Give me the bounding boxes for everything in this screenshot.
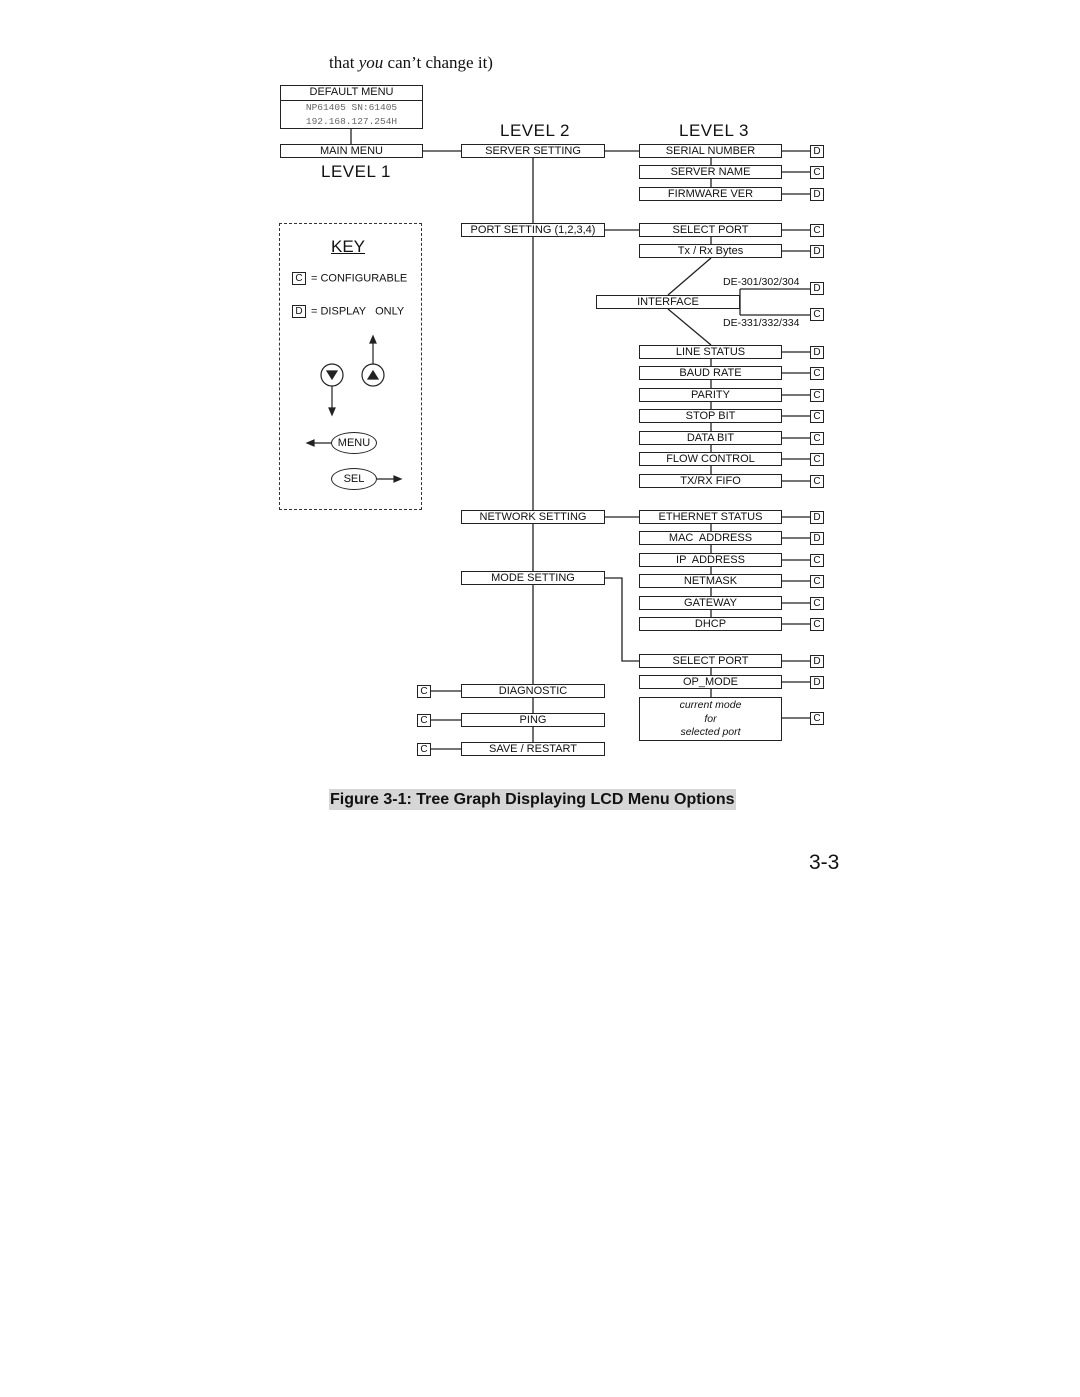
txrx-fifo-badge: C: [810, 475, 824, 488]
level2-save-restart: SAVE / RESTART: [461, 742, 605, 756]
stop-bit-node: STOP BIT: [639, 409, 782, 423]
line-status-node: LINE STATUS: [639, 345, 782, 359]
mode-select-port-node: SELECT PORT: [639, 654, 782, 668]
netmask-badge: C: [810, 575, 824, 588]
level2-server-setting: SERVER SETTING: [461, 144, 605, 158]
interface-node: INTERFACE: [596, 295, 740, 309]
parity-node: PARITY: [639, 388, 782, 402]
gateway-badge: C: [810, 597, 824, 610]
current-mode-badge: C: [810, 712, 824, 725]
ethernet-status-badge: D: [810, 511, 824, 524]
flow-control-node: FLOW CONTROL: [639, 452, 782, 466]
ip-address-badge: C: [810, 554, 824, 567]
lcd-line-1: NP61405 SN:61405: [305, 102, 398, 113]
lcd-line-2: 192.168.127.254H: [305, 115, 398, 127]
page-number: 3-3: [809, 851, 840, 874]
interface-variant-b-models: DE-331/332/334: [723, 317, 800, 329]
level2-network-setting: NETWORK SETTING: [461, 510, 605, 524]
interface-variant-a-badge: D: [810, 282, 824, 295]
serial-number-node: SERIAL NUMBER: [639, 144, 782, 158]
baud-rate-badge: C: [810, 367, 824, 380]
data-bit-badge: C: [810, 432, 824, 445]
diagnostic-badge: C: [417, 685, 431, 698]
current-mode-line2: for: [704, 712, 717, 725]
serial-number-badge: D: [810, 145, 824, 158]
firmware-ver-node: FIRMWARE VER: [639, 187, 782, 201]
stop-bit-badge: C: [810, 410, 824, 423]
op-mode-node: OP_MODE: [639, 675, 782, 689]
ip-address-node: IP ADDRESS: [639, 553, 782, 567]
line-status-badge: D: [810, 346, 824, 359]
parity-badge: C: [810, 389, 824, 402]
level-1-label: LEVEL 1: [321, 162, 391, 181]
menu-button-icon: MENU: [331, 432, 377, 454]
op-mode-badge: D: [810, 676, 824, 689]
mac-address-node: MAC ADDRESS: [639, 531, 782, 545]
firmware-ver-badge: D: [810, 188, 824, 201]
interface-variant-b-badge: C: [810, 308, 824, 321]
level2-ping: PING: [461, 713, 605, 727]
txrx-bytes-badge: D: [810, 245, 824, 258]
main-menu-node: MAIN MENU: [280, 144, 423, 158]
baud-rate-node: BAUD RATE: [639, 366, 782, 380]
data-bit-node: DATA BIT: [639, 431, 782, 445]
select-port-badge: C: [810, 224, 824, 237]
select-port-node: SELECT PORT: [639, 223, 782, 237]
gateway-node: GATEWAY: [639, 596, 782, 610]
sel-button-icon: SEL: [331, 468, 377, 490]
txrx-fifo-node: TX/RX FIFO: [639, 474, 782, 488]
ethernet-status-node: ETHERNET STATUS: [639, 510, 782, 524]
current-mode-line3: selected port: [680, 726, 741, 738]
current-mode-node: current mode for selected port: [639, 697, 782, 741]
save-restart-badge: C: [417, 743, 431, 756]
legend-key: KEY C = CONFIGURABLE D = DISPLAY ONLY MENU…: [279, 223, 422, 510]
dhcp-badge: C: [810, 618, 824, 631]
default-menu-display: DEFAULT MENU NP61405 SN:61405 192.168.12…: [280, 85, 423, 129]
level2-port-setting: PORT SETTING (1,2,3,4): [461, 223, 605, 237]
netmask-node: NETMASK: [639, 574, 782, 588]
level-2-label: LEVEL 2: [500, 121, 570, 140]
txrx-bytes-node: Tx / Rx Bytes: [639, 244, 782, 258]
level2-mode-setting: MODE SETTING: [461, 571, 605, 585]
interface-variant-a-models: DE-301/302/304: [723, 276, 800, 288]
current-mode-line1: current mode: [679, 699, 742, 711]
level-3-label: LEVEL 3: [679, 121, 749, 140]
ping-badge: C: [417, 714, 431, 727]
dhcp-node: DHCP: [639, 617, 782, 631]
flow-control-badge: C: [810, 453, 824, 466]
figure-caption: Figure 3-1: Tree Graph Displaying LCD Me…: [329, 789, 736, 810]
mac-address-badge: D: [810, 532, 824, 545]
mode-select-port-badge: D: [810, 655, 824, 668]
default-menu-title: DEFAULT MENU: [281, 86, 422, 101]
level2-diagnostic: DIAGNOSTIC: [461, 684, 605, 698]
server-name-node: SERVER NAME: [639, 165, 782, 179]
server-name-badge: C: [810, 166, 824, 179]
